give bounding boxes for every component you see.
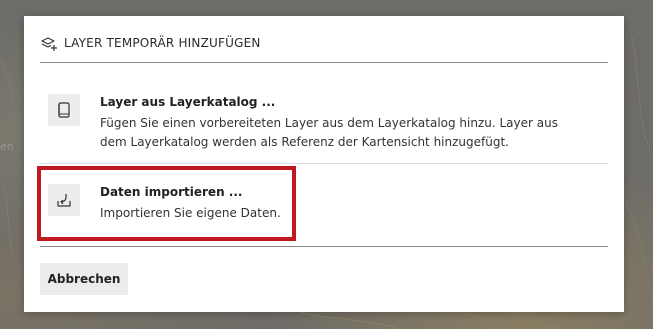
import-icon <box>48 184 80 216</box>
book-icon <box>48 94 80 126</box>
import-data-text: Daten importieren ... Importieren Sie ei… <box>100 176 580 223</box>
dialog-title: LAYER TEMPORÄR HINZUFÜGEN <box>64 36 261 50</box>
header-divider <box>40 62 608 63</box>
layer-catalog-description: Fügen Sie einen vorbereiteten Layer aus … <box>100 116 558 149</box>
layers-add-icon <box>40 34 58 52</box>
import-data-title: Daten importieren ... <box>100 185 243 199</box>
footer-divider <box>40 246 608 247</box>
import-data-option[interactable]: Daten importieren ... Importieren Sie ei… <box>40 176 608 236</box>
option-divider <box>40 163 608 164</box>
dialog-header: LAYER TEMPORÄR HINZUFÜGEN <box>40 34 261 52</box>
layer-catalog-option[interactable]: Layer aus Layerkatalog ... Fügen Sie ein… <box>40 86 608 162</box>
cancel-button[interactable]: Abbrechen <box>40 263 128 295</box>
layer-catalog-text: Layer aus Layerkatalog ... Fügen Sie ein… <box>100 86 580 152</box>
layer-catalog-title: Layer aus Layerkatalog ... <box>100 95 276 109</box>
map-label: en <box>0 140 14 153</box>
import-data-description: Importieren Sie eigene Daten. <box>100 206 281 220</box>
